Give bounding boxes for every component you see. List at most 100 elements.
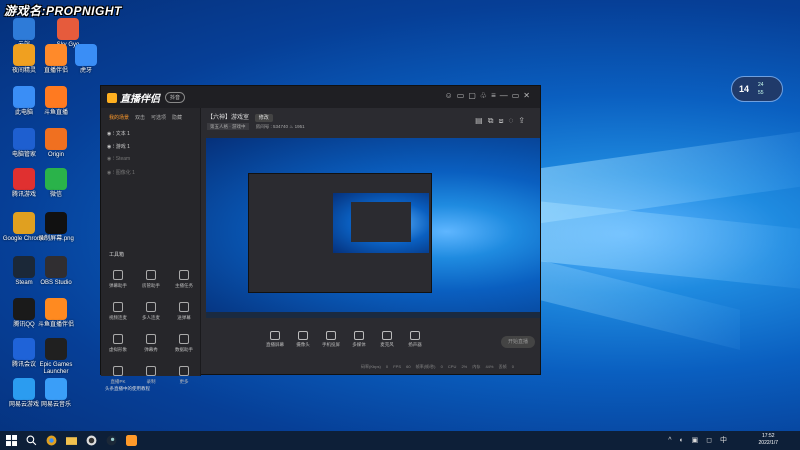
titlebar-control-icon[interactable]: ☺ (445, 91, 457, 100)
desktop-icon[interactable]: 斗鱼直播伴侣 (34, 298, 78, 329)
tool-label: 录制 (146, 379, 156, 384)
scene-item[interactable]: ◉ ⁝ 文本 1 (107, 130, 130, 137)
scene-item[interactable]: ◉ ⁝ 游戏 1 (107, 143, 130, 150)
toolbox-item[interactable]: 数据助手 (169, 334, 199, 353)
eye-icon[interactable]: ◉ ⁝ (107, 144, 116, 150)
platform-badge[interactable]: 抖音 (165, 92, 186, 103)
game-tag[interactable]: 第五人格 · 游戏中 (207, 123, 249, 130)
obs-icon[interactable] (86, 435, 97, 446)
taskbar-clock[interactable]: 17:52 2022/1/7 (759, 433, 778, 447)
tool-icon (113, 302, 123, 312)
source-label: 多媒体 (352, 342, 366, 347)
titlebar-control-icon[interactable]: ≡ (491, 91, 500, 100)
source-control[interactable]: 直播屏幕 (262, 331, 288, 348)
app-icon (13, 378, 35, 400)
toolbox-item[interactable]: 弹幕秀 (136, 334, 166, 353)
preview-nested-screen (333, 193, 429, 253)
toolbox-item[interactable]: 更多 (169, 366, 199, 385)
scene-tab[interactable]: 我的场景 (109, 115, 129, 121)
file-explorer-icon[interactable] (66, 435, 77, 446)
source-control[interactable]: 摄像头 (290, 331, 316, 348)
search-icon[interactable] (26, 435, 37, 446)
system-tray[interactable]: ^ ◐ ▣ ◻ 中 (668, 435, 730, 445)
tool-label: 主播任务 (175, 283, 193, 288)
titlebar-control-icon[interactable]: — (500, 91, 512, 100)
toolbox-item[interactable]: 送弹幕 (169, 302, 199, 321)
desktop-icon[interactable]: 虎牙 (64, 44, 108, 75)
scene-tab[interactable]: 隐藏 (172, 115, 182, 121)
desktop-icon[interactable]: OBS Studio (34, 256, 78, 287)
scene-item[interactable]: ◉ ⁝ Steam (107, 156, 130, 162)
toolbox-item[interactable]: 虚拟形象 (103, 334, 133, 353)
chrome-icon[interactable] (46, 435, 57, 446)
desktop-icon-label: Origin (47, 152, 64, 158)
tool-icon (146, 270, 156, 280)
titlebar-control-icon[interactable]: ▭ (457, 91, 469, 100)
edit-title-button[interactable]: 修改 (254, 114, 273, 122)
titlebar-control-icon[interactable]: ✕ (523, 91, 534, 100)
source-icon (270, 331, 280, 340)
toolbox-item[interactable]: 录制 (136, 366, 166, 385)
scene-tab[interactable]: 可选项 (151, 115, 166, 121)
preview-taskbar (206, 312, 540, 318)
weather-temp: 14 (739, 84, 750, 94)
tutorial-link[interactable]: 头条直播中的使用教程 (105, 386, 150, 392)
tool-label: 视频连麦 (109, 315, 127, 320)
desktop-icon[interactable]: 网易云音乐 (34, 378, 78, 409)
scene-tabs: 我的场景 双击 可选项 隐藏 (109, 114, 188, 121)
desktop-icon[interactable]: 斗鱼直播 (34, 86, 78, 117)
tool-icon (113, 270, 123, 280)
scene-item[interactable]: ◉ ⁝ 图像化 1 (107, 169, 135, 176)
eye-icon[interactable]: ◉ ⁝ (107, 170, 116, 176)
scene-tab[interactable]: 双击 (135, 115, 145, 121)
room-title: 【六神】游戏室 (207, 115, 250, 121)
start-live-button[interactable]: 开始直播 (501, 336, 535, 348)
toolbox-item[interactable]: 视频连麦 (103, 302, 133, 321)
desktop-icon[interactable]: 录制屏幕.png (34, 212, 78, 243)
desktop-icon-label: 虎牙 (79, 68, 92, 74)
app-icon (45, 298, 67, 320)
toolbox-item[interactable]: 多人连麦 (136, 302, 166, 321)
preview-tool-icon[interactable]: ◌ (509, 116, 519, 125)
app-icon (45, 128, 67, 150)
app-icon (13, 338, 35, 360)
stream-preview[interactable] (206, 138, 540, 318)
steam-icon[interactable] (106, 435, 117, 446)
titlebar-control-icon[interactable]: ▭ (512, 91, 524, 100)
source-icon (354, 331, 364, 340)
app-icon (13, 128, 35, 150)
toolbox-item[interactable]: 房管助手 (136, 270, 166, 289)
room-title-row: 【六神】游戏室 修改 (207, 112, 273, 122)
toolbox-item[interactable]: 直播PK (103, 366, 133, 385)
preview-tool-icon[interactable]: ⧉ (488, 116, 499, 125)
tool-icon (113, 334, 123, 344)
windows-start-icon[interactable] (6, 435, 17, 446)
desktop-icon-label: 网易云音乐 (40, 402, 71, 408)
preview-tool-icon[interactable]: ⇪ (518, 116, 530, 125)
toolbox-item[interactable]: 主播任务 (169, 270, 199, 289)
app-icon (45, 378, 67, 400)
source-control[interactable]: 多媒体 (346, 331, 372, 348)
desktop-icon[interactable]: Epic Games Launcher (34, 338, 78, 375)
source-control[interactable]: 麦克风 (374, 331, 400, 348)
live-assistant-taskbar-icon[interactable] (126, 435, 137, 446)
preview-nested-window-inner (351, 202, 411, 242)
eye-icon[interactable]: ◉ ⁝ (107, 156, 116, 162)
source-icon (298, 331, 308, 340)
tool-icon (179, 270, 189, 280)
toolbox-item[interactable]: 弹幕助手 (103, 270, 133, 289)
eye-icon[interactable]: ◉ ⁝ (107, 131, 116, 137)
weather-widget[interactable]: 14 24 55 (731, 76, 783, 102)
preview-tool-icon[interactable]: ⧈ (498, 116, 508, 125)
source-icon (326, 331, 336, 340)
app-icon (45, 338, 67, 360)
tool-label: 多人连麦 (142, 315, 160, 320)
titlebar-control-icon[interactable]: ♧ (480, 91, 491, 100)
source-control[interactable]: 手机投屏 (318, 331, 344, 348)
scene-label: Steam (115, 156, 131, 162)
titlebar-control-icon[interactable]: ▢ (468, 91, 480, 100)
desktop-icon[interactable]: 微信 (34, 168, 78, 199)
desktop-icon[interactable]: Origin (34, 128, 78, 159)
source-control[interactable]: 扬声器 (402, 331, 428, 348)
preview-tool-icon[interactable]: ▤ (475, 116, 488, 125)
